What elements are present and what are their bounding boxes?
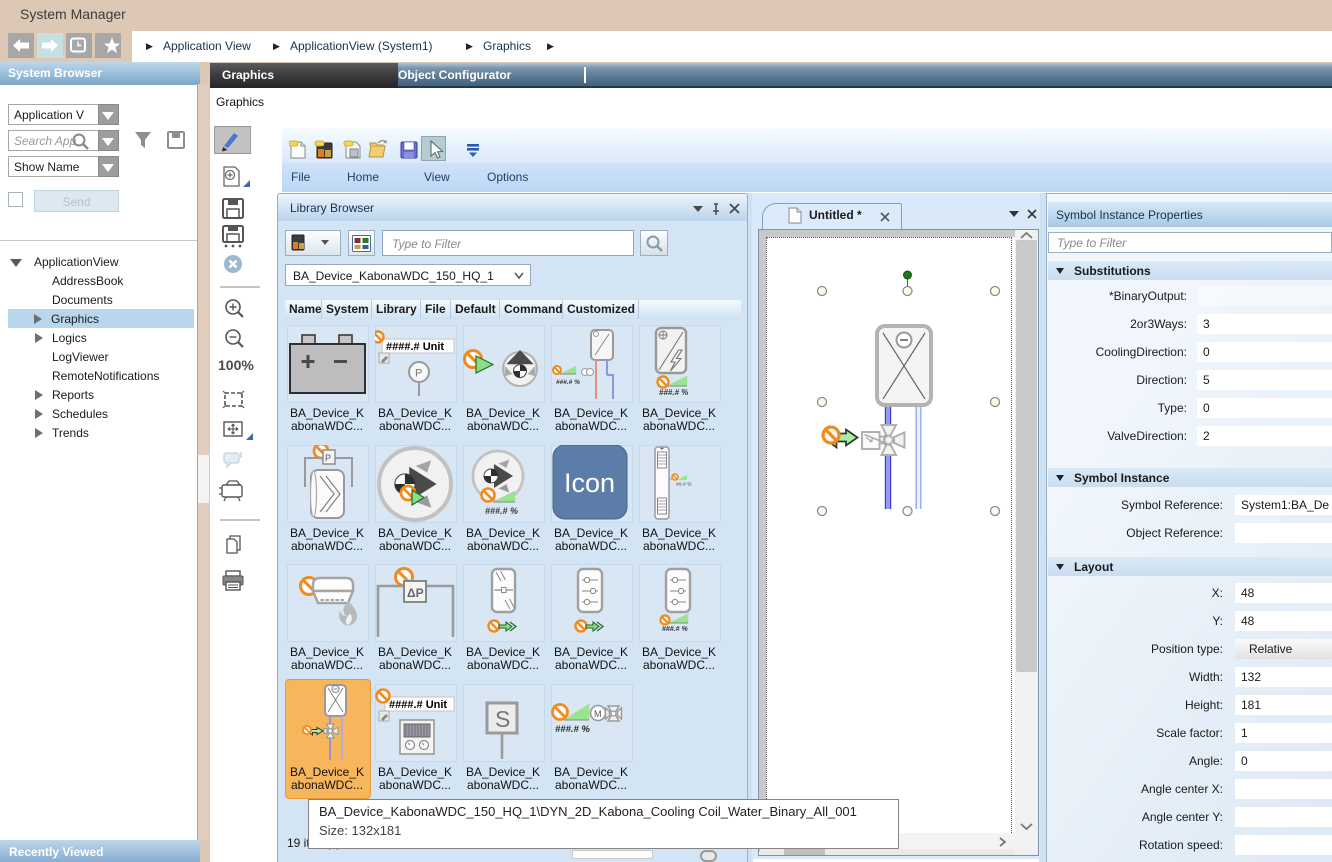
svg-text:###.# %: ###.# %	[662, 626, 688, 633]
svg-text:Icon: Icon	[564, 468, 615, 498]
svg-text:M: M	[594, 709, 602, 719]
svg-text:P: P	[415, 368, 422, 380]
svg-text:S: S	[495, 706, 510, 732]
svg-text:P: P	[325, 453, 331, 463]
svg-text:100%: 100%	[218, 357, 254, 373]
svg-text:####.# Unit: ####.# Unit	[389, 699, 447, 711]
svg-text:##.# %: ##.# %	[676, 482, 692, 488]
svg-text:###.# %: ###.# %	[556, 379, 580, 386]
svg-text:####.# Unit: ####.# Unit	[386, 341, 444, 353]
svg-text:ΔP: ΔP	[407, 586, 424, 600]
svg-text:###.# %: ###.# %	[659, 388, 688, 397]
svg-text:###.# %: ###.# %	[555, 724, 590, 735]
svg-text:###.# %: ###.# %	[485, 506, 518, 516]
